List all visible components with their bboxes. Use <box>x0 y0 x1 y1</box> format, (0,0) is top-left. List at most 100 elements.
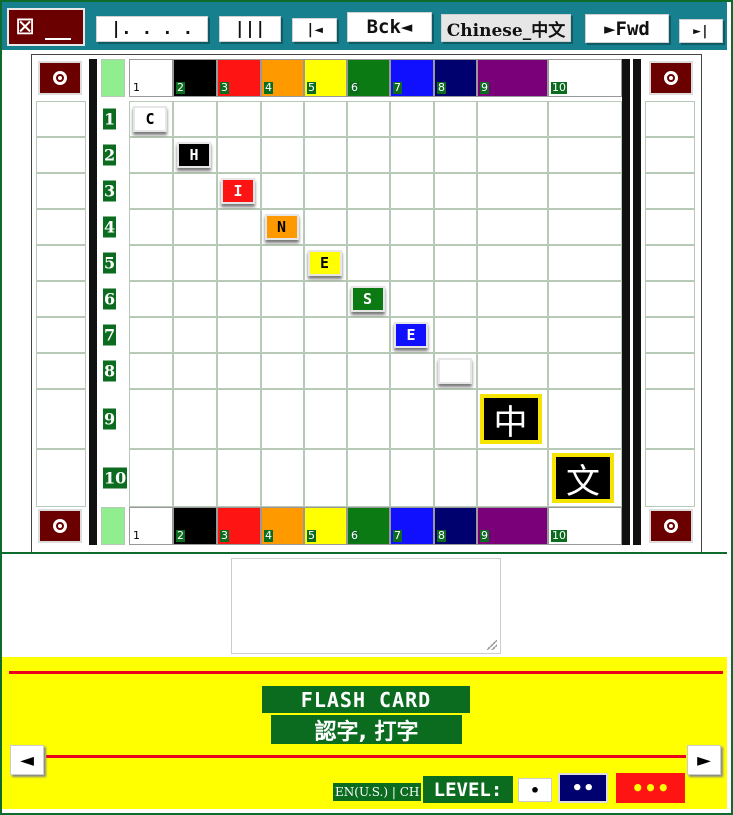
corner-target-bottom-right[interactable] <box>649 509 693 543</box>
column-header-5[interactable]: 5 <box>304 59 347 97</box>
grid-cell[interactable] <box>347 101 390 137</box>
grid-cell[interactable] <box>347 353 390 389</box>
level-1-button[interactable]: • <box>518 778 552 802</box>
grid-cell[interactable] <box>477 449 548 507</box>
column-header-7[interactable]: 7 <box>390 507 434 545</box>
grid-cell[interactable] <box>548 245 622 281</box>
answer-textarea[interactable] <box>231 558 501 654</box>
close-button[interactable]: ⊠ <box>7 8 85 46</box>
grid-cell[interactable] <box>261 137 304 173</box>
grid-cell[interactable] <box>129 353 173 389</box>
row-header-3[interactable]: 3 <box>101 173 127 209</box>
column-header-9[interactable]: 9 <box>477 507 548 545</box>
grid-cell[interactable] <box>304 449 347 507</box>
grid-cell[interactable] <box>173 173 217 209</box>
grid-cell[interactable] <box>347 449 390 507</box>
grid-cell[interactable] <box>304 317 347 353</box>
forward-button[interactable]: ►Fwd <box>585 14 669 43</box>
column-header-1[interactable]: 1 <box>129 59 173 97</box>
letter-tile[interactable]: I <box>221 178 255 204</box>
grid-cell[interactable] <box>129 317 173 353</box>
letter-tile[interactable]: C <box>133 106 167 132</box>
grid-cell[interactable] <box>347 173 390 209</box>
column-header-7[interactable]: 7 <box>390 59 434 97</box>
grid-cell[interactable] <box>217 353 261 389</box>
grid-cell[interactable] <box>129 209 173 245</box>
column-header-9[interactable]: 9 <box>477 59 548 97</box>
resize-handle-icon[interactable] <box>487 640 497 650</box>
grid-cell[interactable] <box>390 137 434 173</box>
column-header-6[interactable]: 6 <box>347 507 390 545</box>
row-header-5[interactable]: 5 <box>101 245 127 281</box>
level-3-button[interactable]: ••• <box>616 773 685 803</box>
grid-cell[interactable] <box>217 317 261 353</box>
character-tile[interactable]: 中 <box>479 394 542 444</box>
grid-cell[interactable] <box>477 353 548 389</box>
grid-cell[interactable] <box>347 389 390 449</box>
grid-cell[interactable] <box>390 449 434 507</box>
grid-cell[interactable] <box>477 209 548 245</box>
language-button[interactable]: Chinese_中文 <box>441 14 571 42</box>
letter-tile[interactable]: E <box>394 322 428 348</box>
grid-cell[interactable] <box>129 173 173 209</box>
row-header-10[interactable]: 10 <box>101 449 128 507</box>
grid-cell[interactable] <box>261 281 304 317</box>
grid-cell[interactable] <box>173 209 217 245</box>
column-header-6[interactable]: 6 <box>347 59 390 97</box>
letter-tile[interactable]: S <box>350 286 385 312</box>
column-header-3[interactable]: 3 <box>217 59 261 97</box>
grid-cell[interactable] <box>390 209 434 245</box>
grid-cell[interactable] <box>390 281 434 317</box>
grid-cell[interactable] <box>548 137 622 173</box>
grid-cell[interactable] <box>217 101 261 137</box>
last-button[interactable]: ►| <box>679 19 723 43</box>
row-header-9[interactable]: 9 <box>101 389 127 449</box>
grid-cell[interactable] <box>304 389 347 449</box>
column-header-4[interactable]: 4 <box>261 507 304 545</box>
grid-cell[interactable] <box>173 389 217 449</box>
grid-cell[interactable] <box>261 101 304 137</box>
grid-cell[interactable] <box>304 137 347 173</box>
first-button[interactable]: |◄ <box>292 18 337 42</box>
grid-cell[interactable] <box>434 281 477 317</box>
grid-cell[interactable] <box>548 281 622 317</box>
prev-arrow-button[interactable]: ◄ <box>10 745 44 775</box>
grid-cell[interactable] <box>347 209 390 245</box>
grid-cell[interactable] <box>304 209 347 245</box>
column-header-10[interactable]: 10 <box>548 59 622 97</box>
row-header-1[interactable]: 1 <box>101 101 127 137</box>
grid-cell[interactable] <box>548 209 622 245</box>
grid-cell[interactable] <box>477 245 548 281</box>
grid-cell[interactable] <box>304 101 347 137</box>
grid-cell[interactable] <box>173 281 217 317</box>
grid-cell[interactable] <box>548 389 622 449</box>
grid-cell[interactable] <box>129 449 173 507</box>
grid-cell[interactable] <box>217 209 261 245</box>
grid-cell[interactable] <box>477 281 548 317</box>
grid-cell[interactable] <box>347 245 390 281</box>
grid-cell[interactable] <box>173 317 217 353</box>
grid-cell[interactable] <box>261 449 304 507</box>
grid-cell[interactable] <box>434 101 477 137</box>
grid-cell[interactable] <box>217 281 261 317</box>
grid-cell[interactable] <box>217 449 261 507</box>
grid-cell[interactable] <box>173 353 217 389</box>
grid-cell[interactable] <box>434 209 477 245</box>
grid-cell[interactable] <box>477 137 548 173</box>
grid-cell[interactable] <box>261 389 304 449</box>
grid-cell[interactable] <box>390 353 434 389</box>
grid-cell[interactable] <box>390 389 434 449</box>
corner-target-top-left[interactable] <box>38 61 82 95</box>
column-header-5[interactable]: 5 <box>304 507 347 545</box>
grid-cell[interactable] <box>347 137 390 173</box>
grid-cell[interactable] <box>129 281 173 317</box>
corner-target-bottom-left[interactable] <box>38 509 82 543</box>
grid-cell[interactable] <box>548 173 622 209</box>
grid-cell[interactable] <box>548 353 622 389</box>
language-toggle[interactable]: EN(U.S.) | CH <box>333 783 422 801</box>
grid-cell[interactable] <box>261 173 304 209</box>
grid-cell[interactable] <box>477 101 548 137</box>
grid-cell[interactable] <box>173 449 217 507</box>
row-header-4[interactable]: 4 <box>101 209 127 245</box>
grid-cell[interactable] <box>548 101 622 137</box>
